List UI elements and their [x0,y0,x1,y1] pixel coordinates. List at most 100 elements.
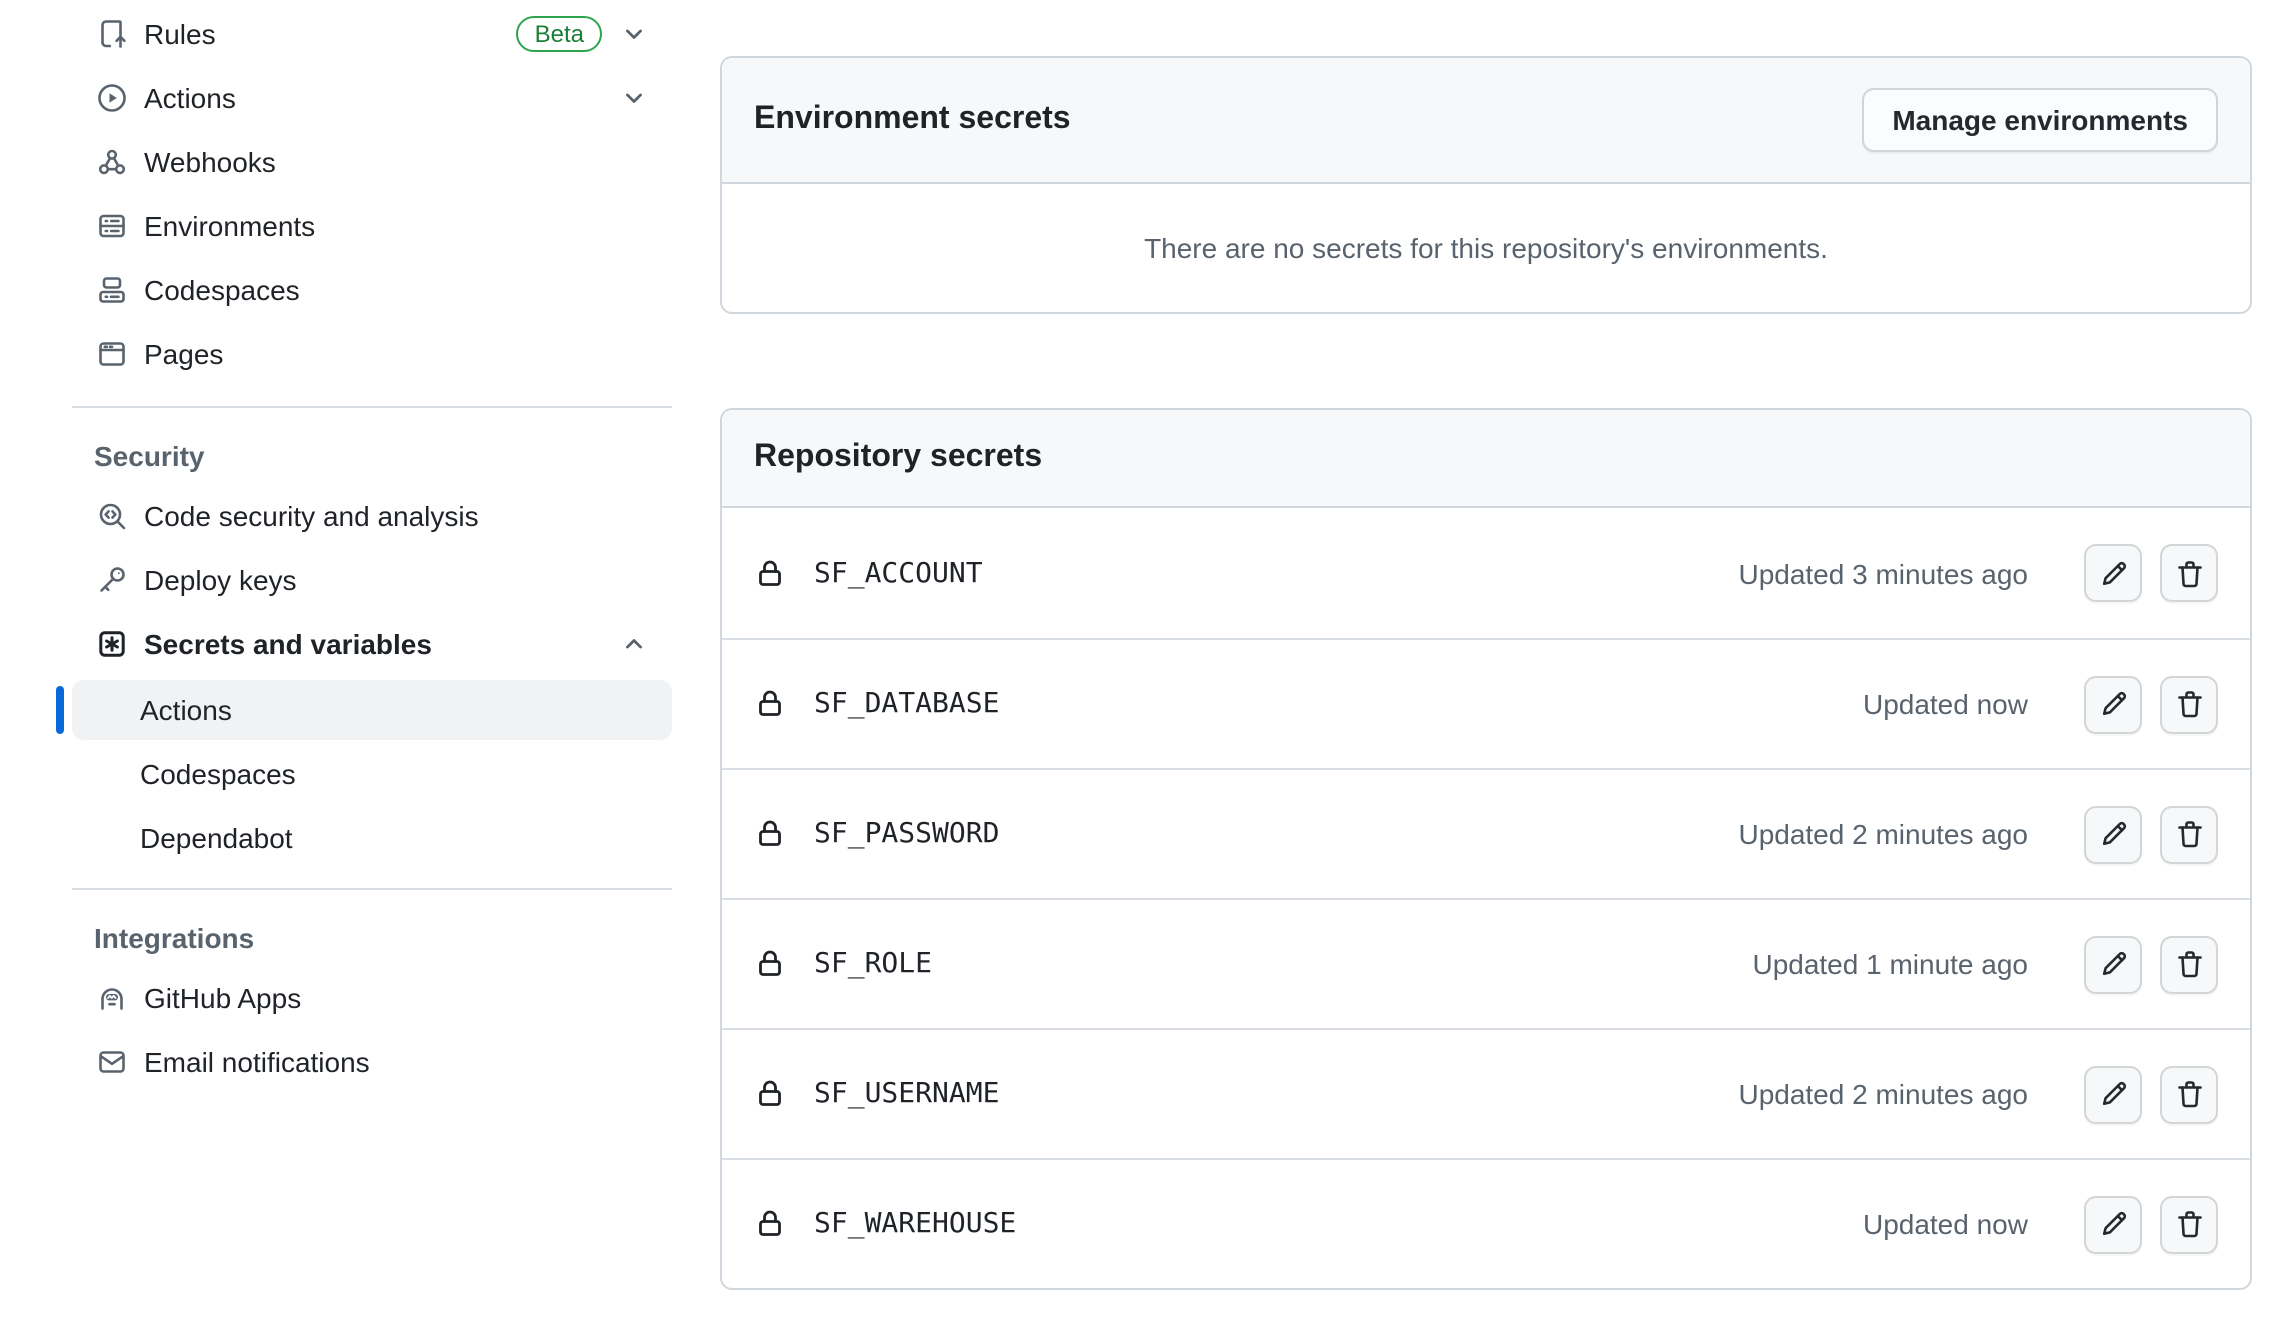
lock-icon [754,1208,786,1240]
lock-icon [754,948,786,980]
panel-title: Repository secrets [754,440,1042,476]
codescan-icon [96,500,128,532]
sidebar-item-codespaces[interactable]: Codespaces [72,258,672,322]
sidebar-section-security: Security [72,440,672,472]
subnav-item-actions[interactable]: Actions [72,680,672,740]
secret-name: SF_ACCOUNT [814,557,983,589]
delete-secret-button[interactable] [2160,935,2218,993]
key-icon [96,564,128,596]
environment-secrets-header: Environment secrets Manage environments [722,58,2250,184]
secret-updated-time: Updated 2 minutes ago [1738,1078,2028,1110]
chevron-down-icon [620,84,648,112]
trash-icon [2173,948,2205,980]
repository-secrets-list: SF_ACCOUNT Updated 3 minutes ago [722,508,2250,1288]
lock-icon [754,557,786,589]
key-asterisk-icon [96,628,128,660]
sidebar-section-integrations: Integrations [72,922,672,954]
browser-icon [96,338,128,370]
chevron-up-icon [620,630,648,658]
sidebar-divider [72,888,672,890]
sidebar-item-label: Email notifications [144,1046,370,1078]
secret-row: SF_USERNAME Updated 2 minutes ago [722,1028,2250,1158]
subnav-item-dependabot[interactable]: Dependabot [72,808,672,868]
sidebar-item-webhooks[interactable]: Webhooks [72,130,672,194]
secret-row: SF_ACCOUNT Updated 3 minutes ago [722,508,2250,638]
mail-icon [96,1046,128,1078]
sidebar-item-label: Codespaces [144,274,300,306]
edit-secret-button[interactable] [2084,935,2142,993]
secret-row: SF_PASSWORD Updated 2 minutes ago [722,768,2250,898]
delete-secret-button[interactable] [2160,544,2218,602]
secret-updated-time: Updated 1 minute ago [1752,948,2028,980]
sidebar-item-label: Rules [144,18,216,50]
trash-icon [2173,818,2205,850]
edit-secret-button[interactable] [2084,675,2142,733]
secret-updated-time: Updated 2 minutes ago [1738,818,2028,850]
delete-secret-button[interactable] [2160,1195,2218,1253]
server-icon [96,210,128,242]
secret-name: SF_DATABASE [814,688,999,720]
rules-icon [96,18,128,50]
play-icon [96,82,128,114]
subnav-item-label: Actions [140,694,232,726]
sidebar-item-label: Webhooks [144,146,276,178]
sidebar-item-label: Code security and analysis [144,500,479,532]
sidebar-divider [72,406,672,408]
secret-row: SF_DATABASE Updated now [722,638,2250,768]
sidebar-item-deploy-keys[interactable]: Deploy keys [72,548,672,612]
edit-secret-button[interactable] [2084,544,2142,602]
sidebar-item-email-notifications[interactable]: Email notifications [72,1030,672,1094]
sidebar-item-actions[interactable]: Actions [72,66,672,130]
trash-icon [2173,1078,2205,1110]
pencil-icon [2097,557,2129,589]
settings-sidebar: Rules Beta Actions Webhooks [72,2,672,1094]
sidebar-item-pages[interactable]: Pages [72,322,672,386]
repository-secrets-header: Repository secrets [722,410,2250,508]
secret-name: SF_WAREHOUSE [814,1208,1016,1240]
secret-updated-time: Updated now [1863,688,2028,720]
trash-icon [2173,557,2205,589]
delete-secret-button[interactable] [2160,675,2218,733]
edit-secret-button[interactable] [2084,805,2142,863]
secrets-subnav: Actions Codespaces Dependabot [72,680,672,868]
secret-name: SF_PASSWORD [814,818,999,850]
delete-secret-button[interactable] [2160,1065,2218,1123]
sidebar-item-label: Deploy keys [144,564,297,596]
subnav-item-label: Dependabot [140,822,293,854]
secret-name: SF_ROLE [814,948,932,980]
sidebar-item-environments[interactable]: Environments [72,194,672,258]
secret-updated-time: Updated now [1863,1208,2028,1240]
pencil-icon [2097,688,2129,720]
pencil-icon [2097,1078,2129,1110]
sidebar-item-secrets-and-variables[interactable]: Secrets and variables [72,612,672,676]
beta-badge: Beta [517,16,602,52]
webhook-icon [96,146,128,178]
repository-secrets-panel: Repository secrets SF_ACCOUNT Updated 3 … [720,408,2252,1290]
lock-icon [754,818,786,850]
sidebar-item-label: Environments [144,210,315,242]
hubot-icon [96,982,128,1014]
sidebar-item-label: Secrets and variables [144,628,432,660]
pencil-icon [2097,948,2129,980]
sidebar-item-label: GitHub Apps [144,982,301,1014]
sidebar-item-label: Pages [144,338,223,370]
pencil-icon [2097,1208,2129,1240]
edit-secret-button[interactable] [2084,1065,2142,1123]
secret-name: SF_USERNAME [814,1078,999,1110]
codespaces-icon [96,274,128,306]
repo-settings-page: Rules Beta Actions Webhooks [0,0,2294,1322]
subnav-item-codespaces[interactable]: Codespaces [72,744,672,804]
trash-icon [2173,688,2205,720]
panel-title: Environment secrets [754,102,1071,138]
sidebar-item-code-security[interactable]: Code security and analysis [72,484,672,548]
secret-row: SF_ROLE Updated 1 minute ago [722,898,2250,1028]
manage-environments-button[interactable]: Manage environments [1862,88,2218,152]
subnav-item-label: Codespaces [140,758,296,790]
lock-icon [754,1078,786,1110]
edit-secret-button[interactable] [2084,1195,2142,1253]
delete-secret-button[interactable] [2160,805,2218,863]
lock-icon [754,688,786,720]
sidebar-item-github-apps[interactable]: GitHub Apps [72,966,672,1030]
sidebar-item-rules[interactable]: Rules Beta [72,2,672,66]
pencil-icon [2097,818,2129,850]
